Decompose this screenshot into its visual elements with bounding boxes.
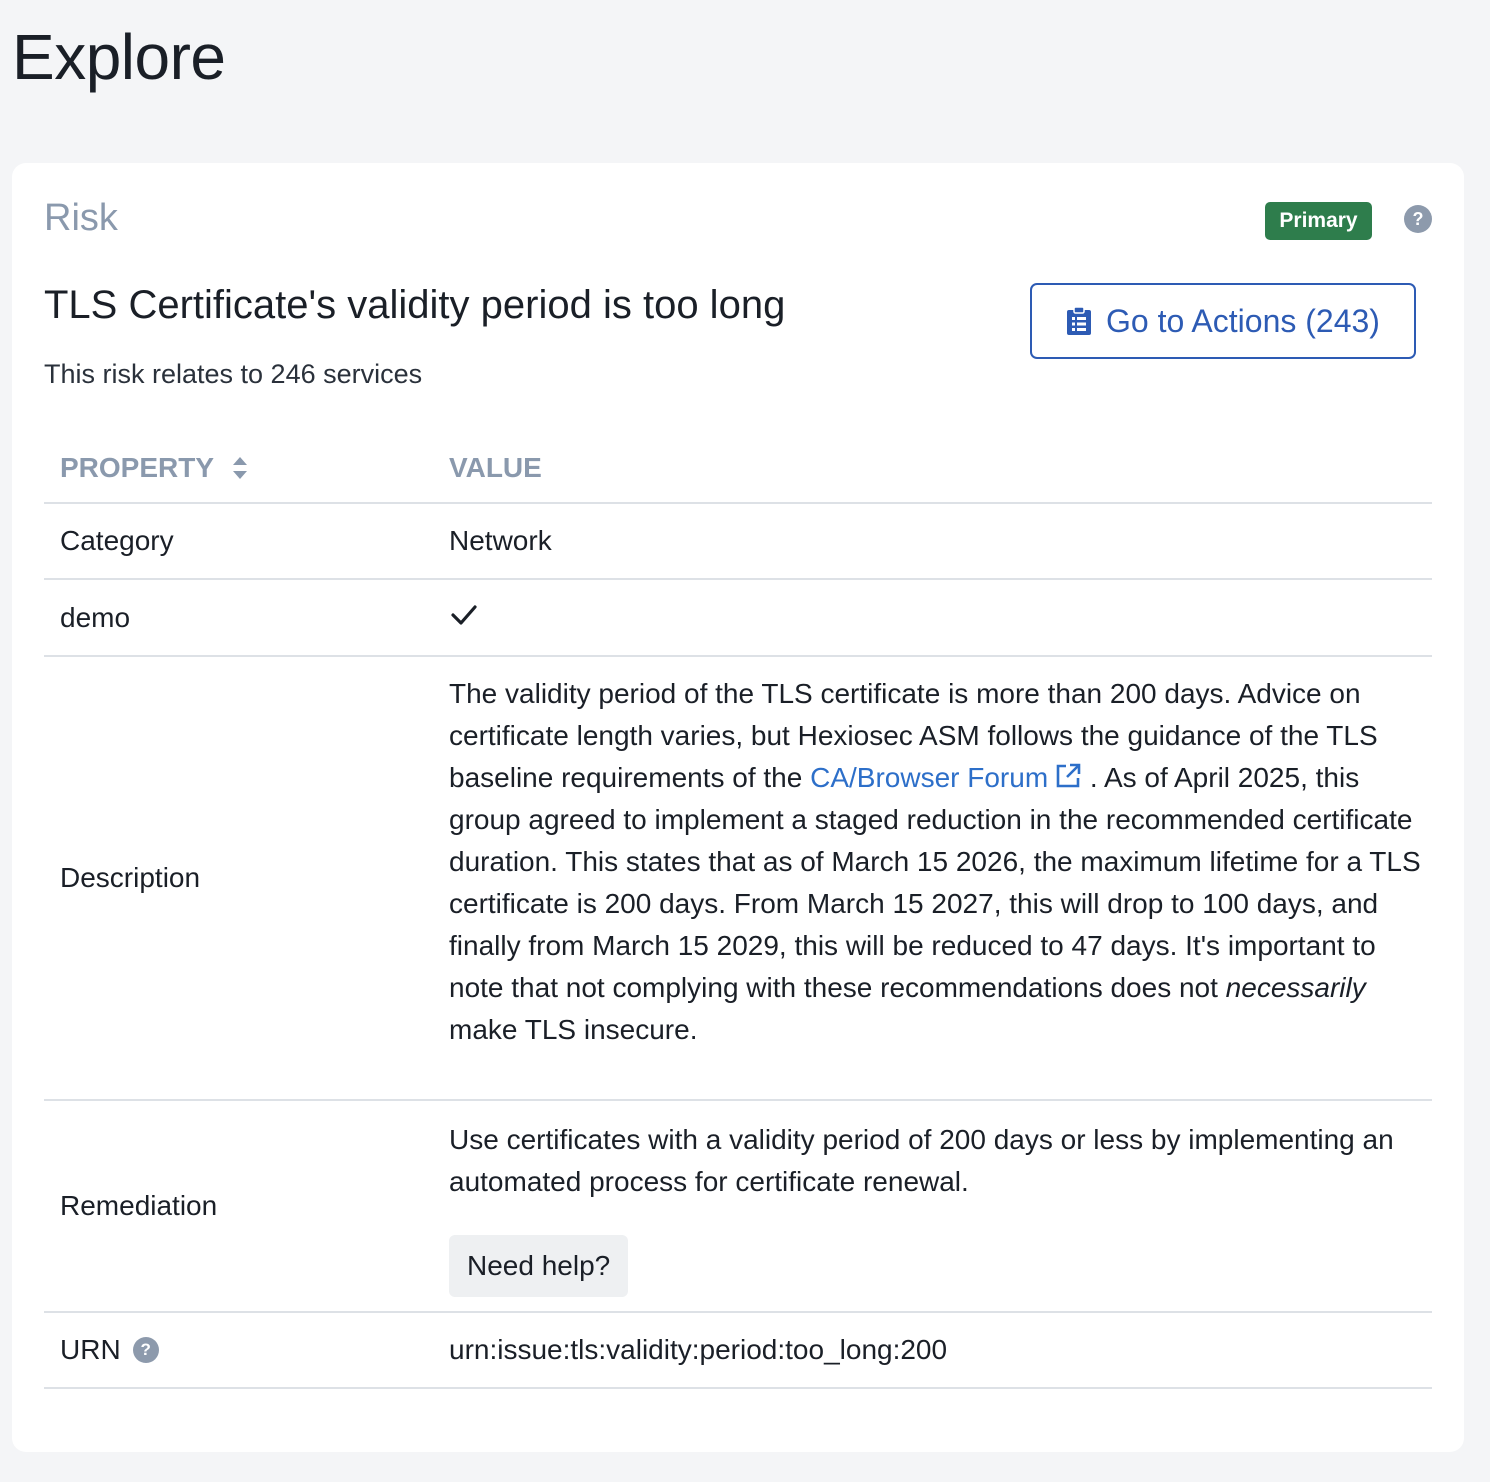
table-row: URN ? urn:issue:tls:validity:period:too_… xyxy=(44,1313,1432,1389)
remediation-text: Use certificates with a validity period … xyxy=(449,1124,1394,1197)
category-value: Network xyxy=(449,525,552,556)
table-row: Category Network xyxy=(44,504,1432,580)
go-to-actions-button[interactable]: Go to Actions (243) xyxy=(1030,283,1416,359)
go-to-actions-label: Go to Actions (243) xyxy=(1106,302,1380,339)
properties-table: PROPERTY VALUE Category Network demo Des… xyxy=(44,433,1432,1389)
checkmark-icon xyxy=(451,604,477,625)
section-title: Risk xyxy=(44,197,118,239)
risk-card: Risk Primary ? TLS Certificate's validit… xyxy=(12,163,1464,1452)
property-header-label: PROPERTY xyxy=(60,451,215,483)
value-column-header: VALUE xyxy=(449,451,542,483)
property-column-header[interactable]: PROPERTY xyxy=(44,452,433,484)
sort-icon[interactable] xyxy=(230,454,250,482)
need-help-button[interactable]: Need help? xyxy=(449,1235,629,1297)
table-row: Remediation Use certificates with a vali… xyxy=(44,1101,1432,1313)
description-value: The validity period of the TLS certifica… xyxy=(449,678,1421,1045)
risk-title: TLS Certificate's validity period is too… xyxy=(44,283,786,327)
urn-label: URN xyxy=(60,1334,121,1365)
description-label: Description xyxy=(60,862,201,893)
demo-label: demo xyxy=(60,601,131,633)
help-icon[interactable]: ? xyxy=(1404,205,1432,233)
ca-browser-forum-link[interactable]: CA/Browser Forum xyxy=(810,762,1082,793)
table-row: Description The validity period of the T… xyxy=(44,657,1432,1101)
urn-help-icon[interactable]: ? xyxy=(132,1337,159,1363)
external-link-icon xyxy=(1056,763,1081,788)
urn-value: urn:issue:tls:validity:period:too_long:2… xyxy=(449,1334,948,1365)
clipboard-list-icon xyxy=(1067,306,1092,335)
table-header: PROPERTY VALUE xyxy=(44,433,1432,504)
page-title: Explore xyxy=(12,21,226,93)
table-row: demo xyxy=(44,580,1432,657)
primary-badge: Primary xyxy=(1265,202,1372,240)
risk-subtitle: This risk relates to 246 services xyxy=(44,359,423,389)
remediation-label: Remediation xyxy=(60,1190,218,1221)
category-label: Category xyxy=(60,525,174,556)
